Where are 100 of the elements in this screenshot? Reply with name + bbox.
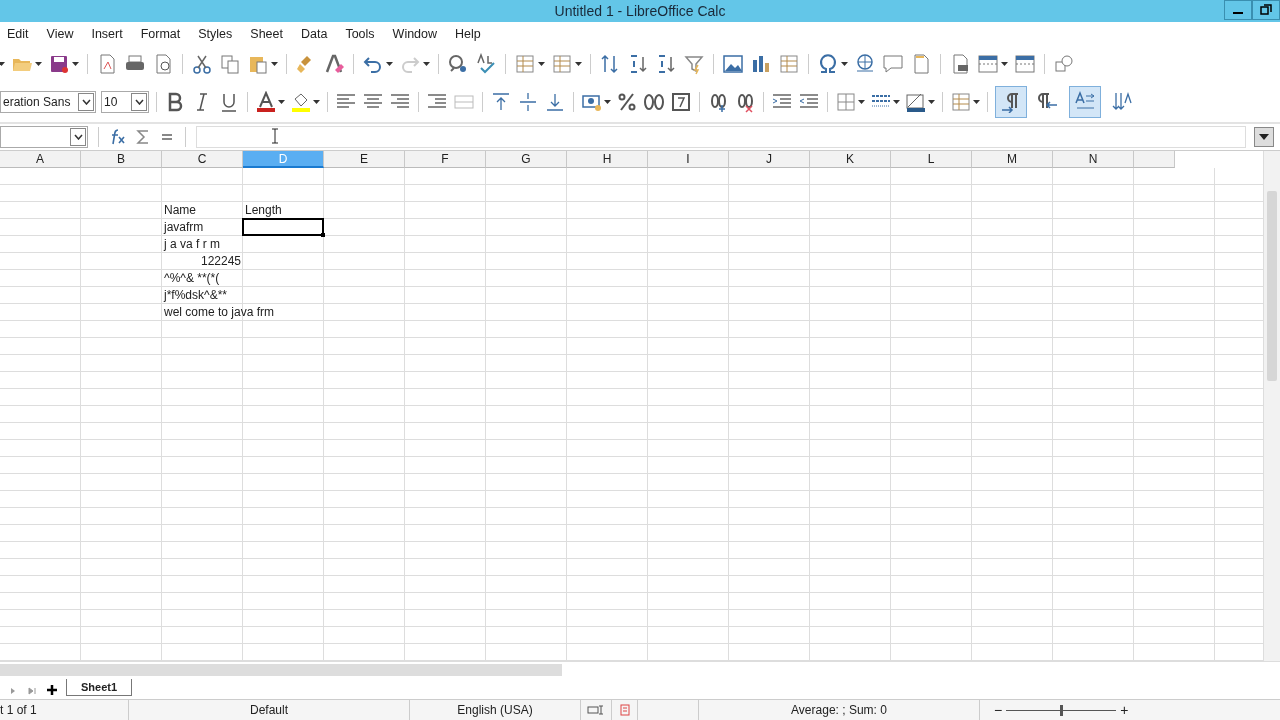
menu-item[interactable]: Insert — [91, 27, 123, 41]
border-color-icon[interactable] — [905, 91, 927, 113]
caret-icon[interactable] — [973, 100, 980, 104]
caret-icon[interactable] — [1001, 62, 1008, 66]
cell-text: 122245 — [199, 253, 242, 270]
page-style-text: Default — [129, 700, 410, 720]
menu-item[interactable]: Sheet — [250, 27, 283, 41]
menu-item[interactable]: View — [46, 27, 74, 41]
sort-arrows-icon[interactable] — [599, 53, 621, 75]
caret-icon[interactable] — [313, 100, 320, 104]
number-format-icon[interactable] — [643, 91, 665, 113]
triangle-down-icon — [1258, 133, 1270, 141]
column-header[interactable]: L — [891, 151, 972, 168]
shapes-icon[interactable] — [1053, 53, 1075, 75]
cell-text: wel come to java frm — [163, 304, 276, 321]
caret-icon[interactable] — [928, 100, 935, 104]
formula-input[interactable] — [196, 126, 1246, 148]
expand-formula-button[interactable] — [1254, 127, 1274, 147]
wrap-text-icon[interactable] — [1069, 86, 1101, 118]
sum-text: Average: ; Sum: 0 — [699, 700, 980, 720]
align-top-icon[interactable] — [490, 91, 512, 113]
menu-item[interactable]: Edit — [7, 27, 29, 41]
minimize-button[interactable] — [1224, 0, 1252, 20]
sheet-position-text: t 1 of 1 — [0, 700, 129, 720]
caret-icon[interactable] — [538, 62, 545, 66]
caret-icon[interactable] — [858, 100, 865, 104]
caret-icon[interactable] — [604, 100, 611, 104]
copy-icon[interactable] — [219, 53, 241, 75]
menu-item[interactable]: Data — [301, 27, 328, 41]
column-header[interactable]: M — [972, 151, 1053, 168]
chevron-down-icon[interactable] — [73, 134, 83, 140]
language-text: English (USA) — [410, 700, 581, 720]
menu-item[interactable]: Styles — [198, 27, 233, 41]
align-bottom-icon[interactable] — [544, 91, 566, 113]
text-cursor-icon — [271, 128, 279, 144]
column-header[interactable]: F — [405, 151, 486, 168]
chevron-down-icon[interactable] — [81, 99, 91, 105]
cell-text: Length — [244, 202, 283, 219]
caret-icon[interactable] — [35, 62, 42, 66]
align-middle-icon[interactable] — [517, 91, 539, 113]
split-window-icon[interactable] — [1014, 53, 1036, 75]
caret-icon[interactable] — [278, 100, 285, 104]
freeze-rows-icon[interactable] — [977, 53, 999, 75]
sum-icon[interactable] — [135, 128, 151, 146]
funnel-icon[interactable] — [683, 53, 705, 75]
slider-thumb[interactable] — [1060, 704, 1064, 716]
omega-icon[interactable] — [817, 53, 839, 75]
restore-button[interactable] — [1252, 0, 1280, 20]
spellcheck-icon[interactable] — [475, 53, 497, 75]
cell-text: ^%^& **(*( — [163, 270, 221, 287]
caret-icon[interactable] — [841, 62, 848, 66]
column-header[interactable]: B — [81, 151, 162, 168]
add-sheet-icon[interactable] — [46, 684, 58, 696]
caret-icon[interactable] — [893, 100, 900, 104]
scrollbar-thumb[interactable] — [1267, 191, 1277, 381]
left-to-right-icon[interactable] — [995, 86, 1027, 118]
cell-text: j*f%dsk^&** — [162, 287, 228, 304]
scroll-last-sheet-icon[interactable] — [26, 686, 38, 696]
find-replace-icon[interactable] — [447, 53, 469, 75]
caret-icon[interactable] — [386, 62, 393, 66]
caret-icon[interactable] — [423, 62, 430, 66]
globe-link-icon[interactable] — [854, 53, 876, 75]
zoom-in-button[interactable]: + — [1120, 702, 1129, 718]
zoom-out-button[interactable]: − — [994, 702, 1003, 718]
column-header[interactable]: A — [0, 151, 81, 168]
bar-chart-icon[interactable] — [750, 53, 772, 75]
column-header[interactable]: N — [1053, 151, 1134, 168]
calendar-icon[interactable] — [670, 91, 692, 113]
selection-mode-icon[interactable] — [587, 705, 605, 715]
vertical-scrollbar[interactable] — [1263, 151, 1280, 661]
caret-icon[interactable] — [0, 62, 5, 66]
percent-icon[interactable] — [616, 91, 638, 113]
column-header[interactable]: J — [729, 151, 810, 168]
menu-item[interactable]: Help — [455, 27, 481, 41]
column-header[interactable]: E — [324, 151, 405, 168]
letter-eraser-icon[interactable] — [323, 53, 345, 75]
menu-item[interactable]: Tools — [345, 27, 375, 41]
cell-cursor[interactable] — [242, 218, 324, 236]
highlight-bucket-icon[interactable] — [290, 91, 312, 113]
font-size-field[interactable]: 10 — [101, 91, 149, 113]
cell-text: Name — [163, 202, 197, 219]
caret-icon[interactable] — [271, 62, 278, 66]
document-modified-icon[interactable] — [619, 704, 630, 716]
caret-icon[interactable] — [72, 62, 79, 66]
menu-item[interactable]: Format — [140, 27, 181, 41]
column-header[interactable]: C — [162, 151, 243, 168]
font-color-icon[interactable] — [255, 91, 277, 113]
function-wizard-icon[interactable] — [109, 128, 127, 146]
column-header[interactable]: H — [567, 151, 648, 168]
chevron-down-icon[interactable] — [134, 99, 144, 105]
caret-icon[interactable] — [575, 62, 582, 66]
column-header[interactable]: K — [810, 151, 891, 168]
column-header[interactable]: G — [486, 151, 567, 168]
scissors-icon[interactable] — [191, 53, 213, 75]
column-header[interactable]: I — [648, 151, 729, 168]
font-name-field[interactable]: eration Sans — [0, 91, 96, 113]
scrollbar-thumb[interactable] — [0, 664, 562, 676]
image-icon[interactable] — [722, 53, 744, 75]
sheet-tab[interactable]: Sheet1 — [66, 679, 133, 696]
menu-item[interactable]: Window — [392, 27, 438, 41]
